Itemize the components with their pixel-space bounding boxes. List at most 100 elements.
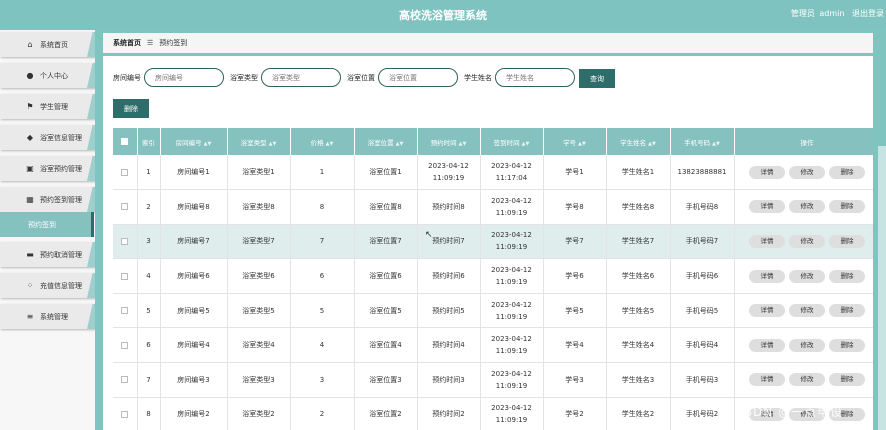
query-button[interactable]: 查询 bbox=[579, 69, 615, 88]
cell-sid: 学号7 bbox=[543, 224, 607, 260]
room-input[interactable] bbox=[144, 68, 224, 87]
cell-appt: 预约时间8 bbox=[417, 189, 481, 225]
col-header[interactable]: 浴室位置 ▲▼ bbox=[354, 128, 418, 155]
delete-button[interactable]: 删除 bbox=[113, 99, 149, 118]
sidebar-item-label: 浴室信息管理 bbox=[40, 133, 82, 142]
detail-button[interactable]: 详情 bbox=[749, 338, 785, 352]
detail-button[interactable]: 详情 bbox=[749, 165, 785, 179]
cell-type: 浴室类型3 bbox=[227, 362, 291, 398]
sidebar-subitem-checkin[interactable]: 预约签到 bbox=[0, 212, 94, 237]
row-delete-button[interactable]: 删除 bbox=[829, 165, 865, 179]
table-row[interactable]: 6 房间编号4 浴室类型4 4 浴室位置4 预约时间4 2023-04-12 11:09:1… bbox=[113, 327, 873, 364]
cell-sid: 学号3 bbox=[543, 362, 607, 398]
sidebar-item-recharge[interactable]: ⁘ 充值信息管理 bbox=[0, 273, 95, 298]
cell-appt: 预约时间2 bbox=[417, 397, 481, 430]
row-checkbox[interactable] bbox=[121, 237, 129, 245]
apps-icon: ⁘ bbox=[26, 280, 34, 290]
sidebar-item-checkin-management[interactable]: ▦ 预约签到管理 bbox=[0, 187, 95, 212]
select-all-checkbox[interactable] bbox=[121, 138, 129, 145]
edit-button[interactable]: 修改 bbox=[789, 269, 825, 283]
detail-button[interactable]: 详情 bbox=[749, 234, 785, 248]
cell-type: 浴室类型5 bbox=[227, 293, 291, 329]
cell-phone: 手机号码3 bbox=[670, 362, 735, 398]
detail-button[interactable]: 详情 bbox=[749, 269, 785, 283]
edit-button[interactable]: 修改 bbox=[789, 338, 825, 352]
detail-button[interactable]: 详情 bbox=[749, 373, 785, 387]
sidebar-item-tab-edge bbox=[87, 32, 95, 57]
row-delete-button[interactable]: 删除 bbox=[829, 373, 865, 387]
cell-checkin: 2023-04-12 11:17:04 bbox=[480, 155, 544, 191]
cell-name: 学生姓名2 bbox=[606, 397, 671, 430]
cell-checkin: 2023-04-12 11:09:19 bbox=[480, 293, 544, 329]
main-content: 系统首页 ☰ 预约签到 房间编号 浴室类型 浴室位置 学生姓名 查询 删除 bbox=[95, 30, 886, 430]
col-header[interactable]: 价格 ▲▼ bbox=[290, 128, 355, 155]
cell-actions: 详情 修改 删除 bbox=[734, 293, 873, 329]
table-row[interactable]: 3 房间编号7 浴室类型7 7 浴室位置7 预约时间7 2023-04-12 11:09:1… bbox=[113, 224, 873, 260]
cell-type: 浴室类型8 bbox=[227, 189, 291, 225]
cell-name: 学生姓名8 bbox=[606, 189, 671, 225]
edit-button[interactable]: 修改 bbox=[789, 373, 825, 387]
comment-icon: ▬ bbox=[26, 249, 34, 259]
sidebar-item-bathroom-booking[interactable]: ▣ 浴室预约管理 bbox=[0, 156, 95, 181]
col-header[interactable]: 学号 ▲▼ bbox=[543, 128, 607, 155]
sidebar-item-system[interactable]: ≡ 系统管理 bbox=[0, 304, 95, 329]
table-row[interactable]: 2 房间编号8 浴室类型8 8 浴室位置8 预约时间8 2023-04-12 11:09:1… bbox=[113, 189, 873, 225]
detail-button[interactable]: 详情 bbox=[749, 200, 785, 214]
cell-checkin: 2023-04-12 11:09:19 bbox=[480, 327, 544, 364]
detail-button[interactable]: 详情 bbox=[749, 304, 785, 318]
row-checkbox[interactable] bbox=[121, 168, 129, 176]
row-delete-button[interactable]: 删除 bbox=[829, 200, 865, 214]
breadcrumb-home[interactable]: 系统首页 bbox=[113, 38, 141, 48]
row-checkbox[interactable] bbox=[121, 272, 129, 280]
row-select-cell bbox=[113, 155, 138, 191]
table-row[interactable]: 5 房间编号5 浴室类型5 5 浴室位置5 预约时间5 2023-04-12 11:09:1… bbox=[113, 293, 873, 329]
col-header[interactable]: 浴室类型 ▲▼ bbox=[227, 128, 291, 155]
sidebar-item-label: 系统首页 bbox=[40, 40, 68, 49]
scrollbar[interactable] bbox=[878, 146, 886, 430]
col-header[interactable]: 学生姓名 ▲▼ bbox=[606, 128, 671, 155]
row-checkbox[interactable] bbox=[121, 410, 129, 418]
sidebar-item-bathroom-info[interactable]: ◆ 浴室信息管理 bbox=[0, 125, 95, 150]
row-checkbox[interactable] bbox=[121, 307, 129, 315]
edit-button[interactable]: 修改 bbox=[789, 165, 825, 179]
row-select-cell bbox=[113, 397, 138, 430]
cell-phone: 手机号码7 bbox=[670, 224, 735, 260]
sidebar-item-label: 充值信息管理 bbox=[40, 281, 82, 290]
row-delete-button[interactable]: 删除 bbox=[829, 304, 865, 318]
sidebar-item-students[interactable]: ⚑ 学生管理 bbox=[0, 94, 95, 119]
col-header[interactable]: 签到时间 ▲▼ bbox=[480, 128, 544, 155]
row-checkbox[interactable] bbox=[121, 203, 129, 211]
table-row[interactable]: 7 房间编号3 浴室类型3 3 浴室位置3 预约时间3 2023-04-12 11:09:1… bbox=[113, 362, 873, 398]
row-delete-button[interactable]: 删除 bbox=[829, 338, 865, 352]
row-delete-button[interactable]: 删除 bbox=[829, 234, 865, 248]
sidebar-item-cancel-management[interactable]: ▬ 预约取消管理 bbox=[0, 242, 95, 267]
edit-button[interactable]: 修改 bbox=[789, 234, 825, 248]
type-input[interactable] bbox=[261, 68, 341, 87]
sort-icon: ▲▼ bbox=[578, 140, 586, 147]
name-input[interactable] bbox=[495, 68, 575, 87]
content-panel: 房间编号 浴室类型 浴室位置 学生姓名 查询 删除 索引 bbox=[103, 56, 873, 430]
table-row[interactable]: 1 房间编号1 浴室类型1 1 浴室位置1 2023-04-12 11:09:19 2023… bbox=[113, 155, 873, 191]
cell-idx: 1 bbox=[137, 155, 161, 191]
col-header[interactable]: 房间编号 ▲▼ bbox=[160, 128, 228, 155]
col-header[interactable]: 手机号码 ▲▼ bbox=[670, 128, 735, 155]
location-input[interactable] bbox=[378, 68, 458, 87]
cell-loc: 浴室位置5 bbox=[354, 293, 418, 329]
row-checkbox[interactable] bbox=[121, 341, 129, 349]
grid-icon: ▦ bbox=[26, 194, 34, 204]
col-header[interactable]: 预约时间 ▲▼ bbox=[417, 128, 481, 155]
cell-actions: 详情 修改 删除 bbox=[734, 362, 873, 398]
edit-button[interactable]: 修改 bbox=[789, 304, 825, 318]
sidebar-item-home[interactable]: ⌂ 系统首页 bbox=[0, 32, 95, 57]
row-checkbox[interactable] bbox=[121, 376, 129, 384]
row-delete-button[interactable]: 删除 bbox=[829, 269, 865, 283]
edit-button[interactable]: 修改 bbox=[789, 200, 825, 214]
cell-price: 3 bbox=[290, 362, 355, 398]
cell-loc: 浴室位置1 bbox=[354, 155, 418, 191]
cell-price: 6 bbox=[290, 258, 355, 294]
logout-link[interactable]: 退出登录 bbox=[852, 9, 884, 18]
breadcrumb-separator-icon: ☰ bbox=[147, 39, 154, 47]
cell-price: 4 bbox=[290, 327, 355, 364]
table-row[interactable]: 4 房间编号6 浴室类型6 6 浴室位置6 预约时间6 2023-04-12 11:09:1… bbox=[113, 258, 873, 294]
sidebar-item-profile[interactable]: ● 个人中心 bbox=[0, 63, 95, 88]
